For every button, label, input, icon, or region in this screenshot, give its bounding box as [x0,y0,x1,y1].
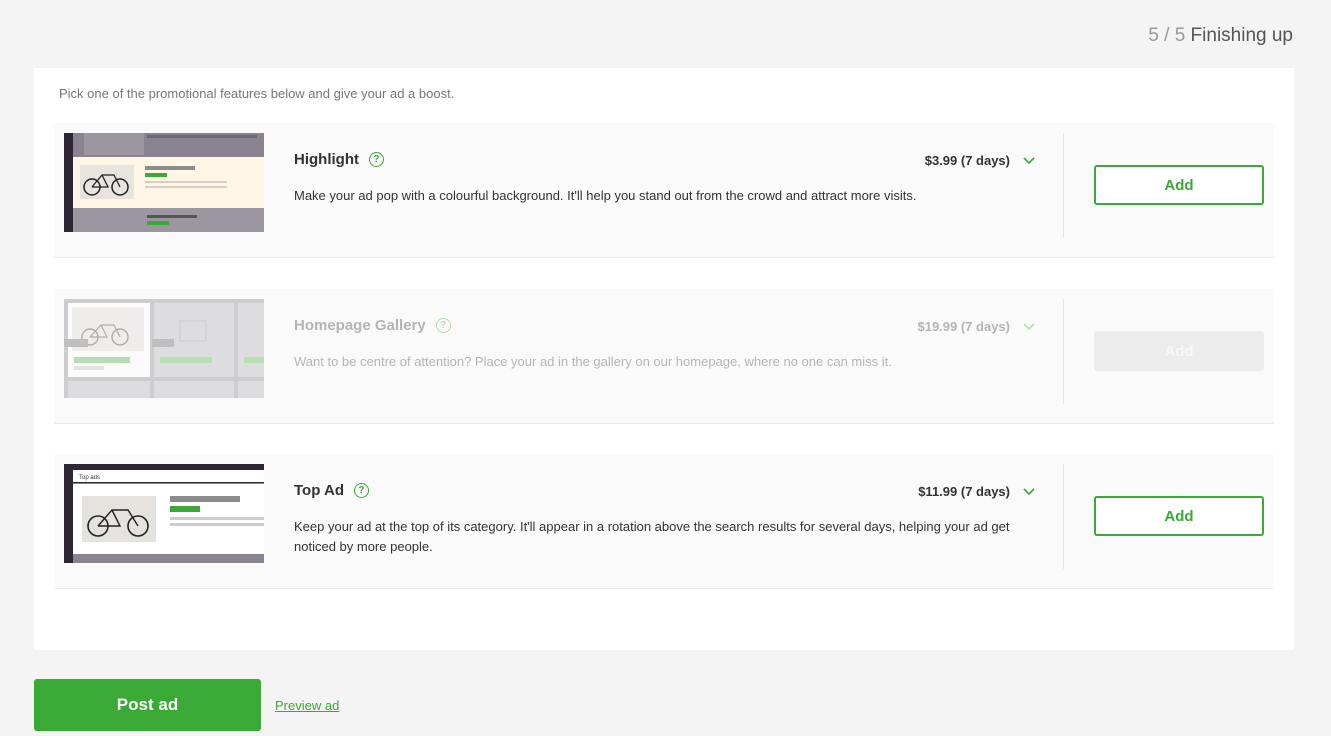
add-top-ad-button[interactable]: Add [1094,496,1264,536]
step-separator: / [1164,25,1170,46]
feature-price: $19.99 (7 days) [917,319,1010,334]
step-current: 5 [1148,25,1159,46]
highlight-thumbnail [64,133,264,232]
post-ad-button[interactable]: Post ad [34,679,261,731]
top-ad-price-selector[interactable]: $11.99 (7 days) [918,484,1036,499]
help-icon: ? [435,318,451,333]
feature-top-ad: Top ads Top Ad ? Keep your ad at the top… [54,454,1274,589]
feature-description: Want to be centre of attention? Place yo… [294,354,892,369]
chevron-down-icon [1023,322,1035,330]
preview-ad-link[interactable]: Preview ad [275,698,339,713]
feature-title: Highlight [294,151,359,168]
divider [1063,133,1064,238]
gallery-price-selector: $19.99 (7 days) [917,319,1036,334]
thumb-top-ads-label: Top ads [79,475,100,481]
feature-description: Keep your ad at the top of its category.… [294,519,1010,554]
feature-price: $3.99 (7 days) [924,153,1010,168]
feature-description: Make your ad pop with a colourful backgr… [294,188,917,203]
top-ad-thumbnail: Top ads [64,464,264,563]
gallery-thumbnail [64,299,264,398]
feature-price: $11.99 (7 days) [918,484,1010,499]
feature-title: Homepage Gallery [294,317,426,334]
highlight-price-selector[interactable]: $3.99 (7 days) [925,153,1036,168]
add-highlight-button[interactable]: Add [1094,165,1264,205]
chevron-down-icon [1023,156,1035,164]
feature-homepage-gallery: Homepage Gallery ? Want to be centre of … [54,289,1274,424]
help-icon[interactable]: ? [368,152,384,167]
step-label: Finishing up [1190,25,1293,46]
feature-title: Top Ad [294,482,344,499]
feature-highlight: Highlight ? Make your ad pop with a colo… [54,123,1274,258]
help-icon[interactable]: ? [353,483,369,498]
add-gallery-button: Add [1094,331,1264,371]
intro-text: Pick one of the promotional features bel… [59,86,455,101]
promotions-panel: Pick one of the promotional features bel… [34,68,1294,650]
step-indicator: 5 / 5 Finishing up [1148,25,1293,47]
step-total: 5 [1174,25,1186,46]
divider [1063,299,1064,404]
divider [1063,464,1064,569]
chevron-down-icon [1023,487,1035,495]
